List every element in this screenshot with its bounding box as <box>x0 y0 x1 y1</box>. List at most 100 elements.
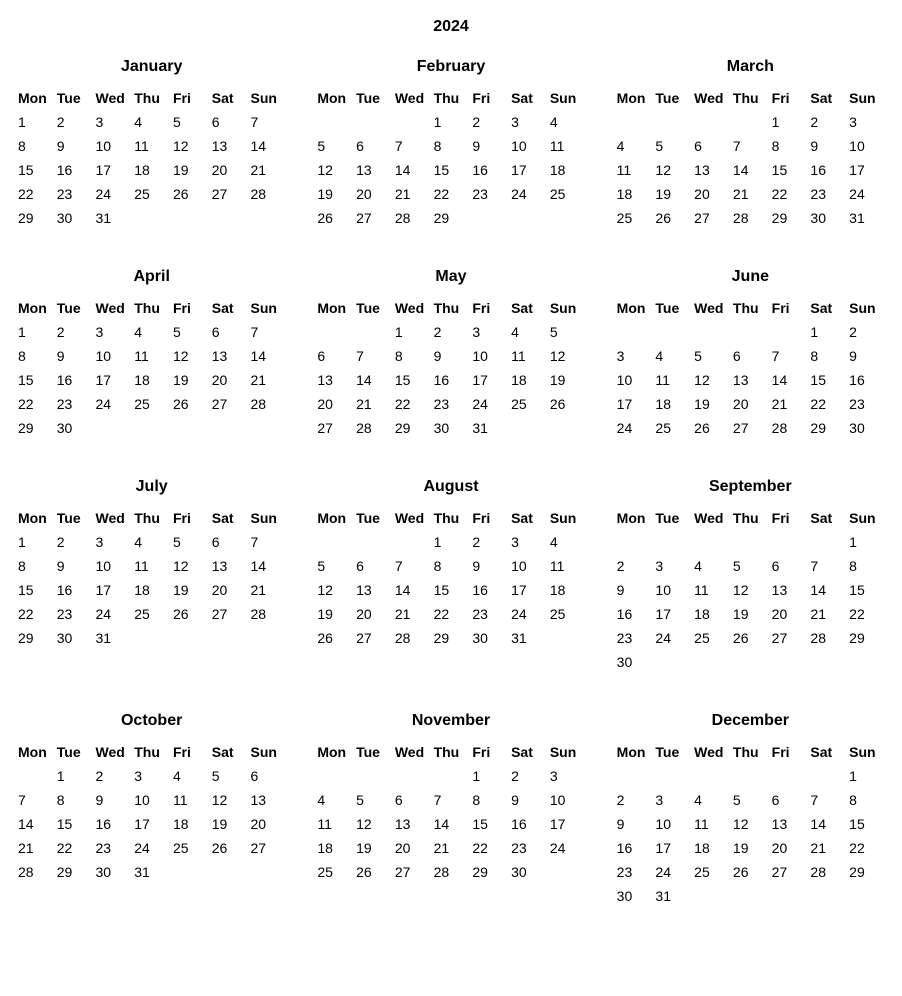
day-cell[interactable]: 21 <box>249 578 288 602</box>
day-cell[interactable]: 10 <box>509 134 548 158</box>
day-cell[interactable]: 26 <box>354 860 393 884</box>
day-cell[interactable]: 17 <box>470 368 509 392</box>
day-cell[interactable]: 10 <box>132 788 171 812</box>
day-cell[interactable]: 20 <box>692 182 731 206</box>
day-cell[interactable]: 7 <box>249 110 288 134</box>
day-cell[interactable]: 25 <box>315 860 354 884</box>
day-cell[interactable]: 19 <box>171 158 210 182</box>
day-cell[interactable]: 2 <box>55 530 94 554</box>
day-cell[interactable]: 6 <box>210 530 249 554</box>
day-cell[interactable]: 7 <box>249 530 288 554</box>
day-cell[interactable]: 21 <box>249 368 288 392</box>
day-cell[interactable]: 19 <box>354 836 393 860</box>
day-cell[interactable]: 1 <box>393 320 432 344</box>
day-cell[interactable]: 5 <box>731 554 770 578</box>
day-cell[interactable]: 19 <box>315 602 354 626</box>
day-cell[interactable]: 23 <box>615 860 654 884</box>
day-cell[interactable]: 11 <box>548 554 587 578</box>
day-cell[interactable]: 11 <box>315 812 354 836</box>
day-cell[interactable]: 23 <box>509 836 548 860</box>
day-cell[interactable]: 9 <box>55 134 94 158</box>
day-cell[interactable]: 11 <box>692 812 731 836</box>
day-cell[interactable]: 10 <box>653 578 692 602</box>
day-cell[interactable]: 4 <box>692 788 731 812</box>
day-cell[interactable]: 28 <box>393 626 432 650</box>
day-cell[interactable]: 26 <box>210 836 249 860</box>
day-cell[interactable]: 18 <box>132 368 171 392</box>
day-cell[interactable]: 24 <box>615 416 654 440</box>
day-cell[interactable]: 5 <box>548 320 587 344</box>
day-cell[interactable]: 24 <box>653 860 692 884</box>
day-cell[interactable]: 13 <box>354 158 393 182</box>
day-cell[interactable]: 7 <box>808 554 847 578</box>
day-cell[interactable]: 15 <box>16 368 55 392</box>
day-cell[interactable]: 6 <box>770 554 809 578</box>
day-cell[interactable]: 31 <box>470 416 509 440</box>
day-cell[interactable]: 5 <box>171 320 210 344</box>
day-cell[interactable]: 21 <box>249 158 288 182</box>
day-cell[interactable]: 14 <box>16 812 55 836</box>
day-cell[interactable]: 10 <box>653 812 692 836</box>
day-cell[interactable]: 30 <box>55 416 94 440</box>
day-cell[interactable]: 23 <box>432 392 471 416</box>
day-cell[interactable]: 20 <box>770 836 809 860</box>
day-cell[interactable]: 27 <box>210 602 249 626</box>
day-cell[interactable]: 25 <box>548 602 587 626</box>
day-cell[interactable]: 31 <box>94 626 133 650</box>
day-cell[interactable]: 16 <box>615 602 654 626</box>
day-cell[interactable]: 7 <box>731 134 770 158</box>
day-cell[interactable]: 20 <box>210 578 249 602</box>
day-cell[interactable]: 7 <box>16 788 55 812</box>
day-cell[interactable]: 4 <box>509 320 548 344</box>
day-cell[interactable]: 9 <box>615 578 654 602</box>
day-cell[interactable]: 28 <box>249 392 288 416</box>
day-cell[interactable]: 18 <box>653 392 692 416</box>
day-cell[interactable]: 5 <box>653 134 692 158</box>
day-cell[interactable]: 23 <box>55 182 94 206</box>
day-cell[interactable]: 24 <box>548 836 587 860</box>
day-cell[interactable]: 20 <box>249 812 288 836</box>
day-cell[interactable]: 3 <box>509 110 548 134</box>
day-cell[interactable]: 9 <box>94 788 133 812</box>
day-cell[interactable]: 17 <box>548 812 587 836</box>
day-cell[interactable]: 6 <box>731 344 770 368</box>
day-cell[interactable]: 1 <box>770 110 809 134</box>
day-cell[interactable]: 27 <box>210 392 249 416</box>
day-cell[interactable]: 22 <box>432 182 471 206</box>
day-cell[interactable]: 21 <box>808 602 847 626</box>
day-cell[interactable]: 4 <box>132 110 171 134</box>
day-cell[interactable]: 31 <box>132 860 171 884</box>
day-cell[interactable]: 29 <box>55 860 94 884</box>
day-cell[interactable]: 30 <box>470 626 509 650</box>
day-cell[interactable]: 6 <box>692 134 731 158</box>
day-cell[interactable]: 16 <box>615 836 654 860</box>
day-cell[interactable]: 11 <box>653 368 692 392</box>
day-cell[interactable]: 23 <box>808 182 847 206</box>
day-cell[interactable]: 24 <box>94 182 133 206</box>
day-cell[interactable]: 19 <box>692 392 731 416</box>
day-cell[interactable]: 21 <box>16 836 55 860</box>
day-cell[interactable]: 29 <box>16 626 55 650</box>
day-cell[interactable]: 25 <box>548 182 587 206</box>
day-cell[interactable]: 27 <box>354 206 393 230</box>
day-cell[interactable]: 14 <box>770 368 809 392</box>
day-cell[interactable]: 4 <box>615 134 654 158</box>
day-cell[interactable]: 29 <box>808 416 847 440</box>
day-cell[interactable]: 22 <box>16 392 55 416</box>
day-cell[interactable]: 2 <box>615 788 654 812</box>
day-cell[interactable]: 15 <box>470 812 509 836</box>
day-cell[interactable]: 26 <box>171 602 210 626</box>
day-cell[interactable]: 2 <box>94 764 133 788</box>
day-cell[interactable]: 9 <box>55 554 94 578</box>
day-cell[interactable]: 10 <box>94 554 133 578</box>
day-cell[interactable]: 13 <box>770 578 809 602</box>
day-cell[interactable]: 10 <box>615 368 654 392</box>
day-cell[interactable]: 8 <box>16 134 55 158</box>
day-cell[interactable]: 23 <box>470 182 509 206</box>
day-cell[interactable]: 29 <box>393 416 432 440</box>
day-cell[interactable]: 19 <box>315 182 354 206</box>
day-cell[interactable]: 17 <box>509 158 548 182</box>
day-cell[interactable]: 12 <box>731 812 770 836</box>
day-cell[interactable]: 20 <box>210 368 249 392</box>
day-cell[interactable]: 27 <box>354 626 393 650</box>
